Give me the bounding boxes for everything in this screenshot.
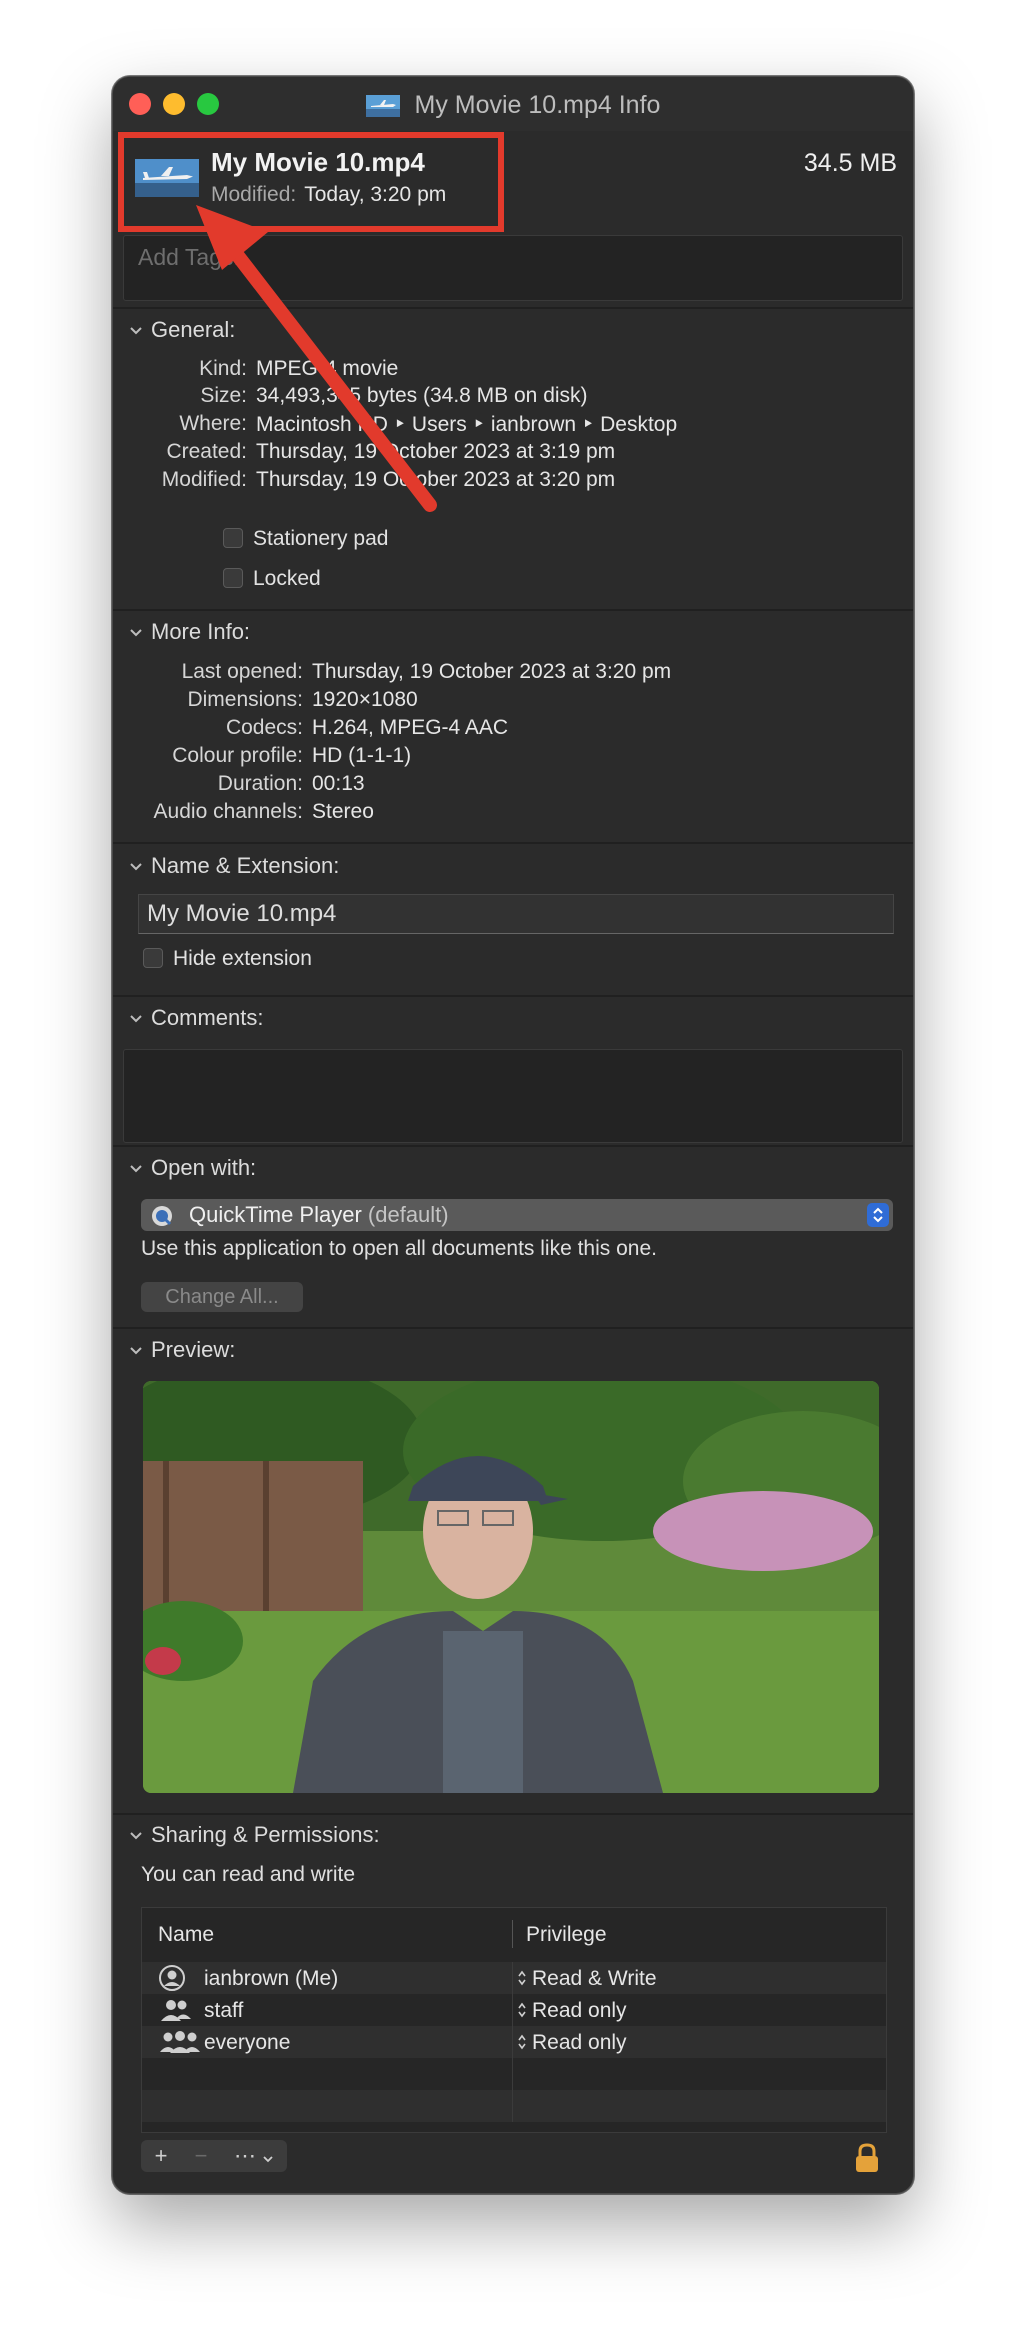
annotation-arrow-icon — [196, 205, 437, 512]
